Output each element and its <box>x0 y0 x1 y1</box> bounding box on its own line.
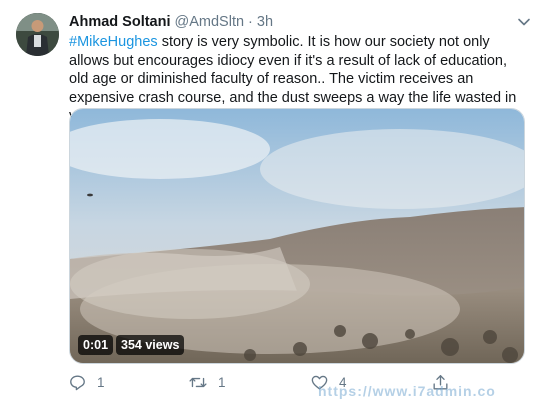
video-badges: 0:01 354 views <box>78 335 185 355</box>
watermark: https://www.i7admin.co <box>318 383 496 399</box>
retweet-button[interactable]: 1 <box>188 372 226 392</box>
retweet-count: 1 <box>218 374 226 390</box>
avatar-image <box>16 13 59 56</box>
chevron-down-icon[interactable] <box>516 14 532 30</box>
reply-count: 1 <box>97 374 105 390</box>
author-name[interactable]: Ahmad Soltani <box>69 14 171 30</box>
retweet-icon <box>189 377 207 387</box>
video-timestamp: 0:01 <box>78 335 114 355</box>
reply-icon <box>70 374 85 390</box>
reply-button[interactable]: 1 <box>68 372 105 392</box>
separator-dot: · <box>248 14 253 30</box>
author-handle[interactable]: @AmdSltn <box>175 14 245 30</box>
video-player[interactable]: 0:01 354 views <box>69 108 525 364</box>
video-frame <box>70 109 524 363</box>
tweet-time[interactable]: 3h <box>257 14 273 30</box>
avatar[interactable] <box>16 13 59 56</box>
tweet-header: Ahmad Soltani @AmdSltn · 3h <box>69 13 273 31</box>
video-views: 354 views <box>116 335 185 355</box>
hashtag-link[interactable]: #MikeHughes <box>69 34 158 50</box>
tweet[interactable]: Ahmad Soltani @AmdSltn · 3h #MikeHughes sto… <box>0 0 550 406</box>
